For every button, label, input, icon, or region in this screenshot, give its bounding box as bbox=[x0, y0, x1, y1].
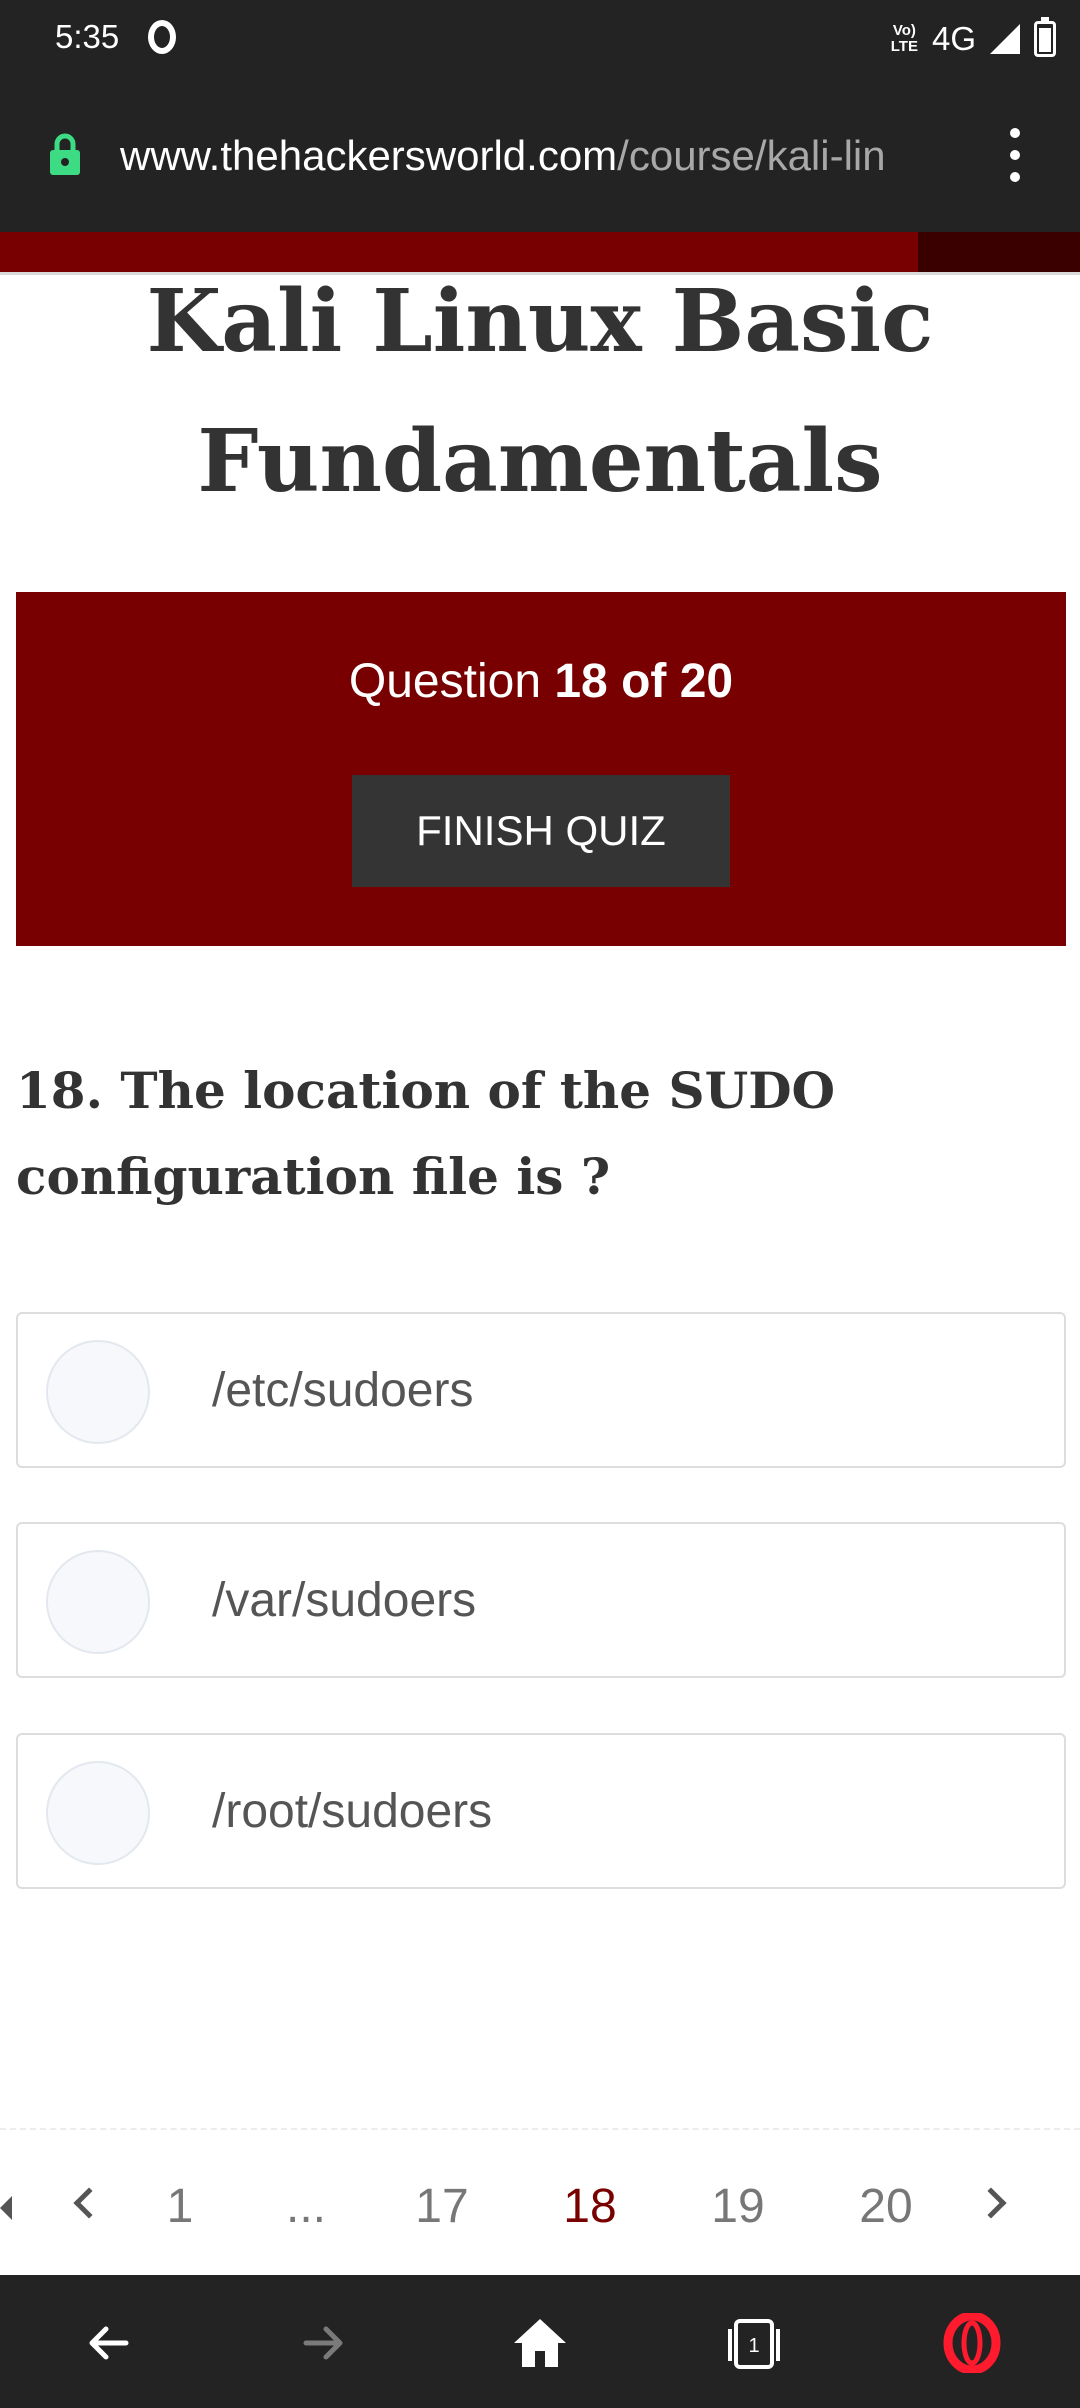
answer-option-1[interactable]: /etc/sudoers bbox=[16, 1312, 1066, 1468]
question-line2: configuration file is ? bbox=[16, 1147, 611, 1206]
next-page-icon[interactable] bbox=[975, 2187, 1007, 2219]
volte-line2: LTE bbox=[890, 38, 918, 55]
screen: 5:35 Vo) LTE 4G www.thehackersworld.com/… bbox=[0, 0, 1080, 2408]
quiz-header: Question 18 of 20 FINISH QUIZ bbox=[16, 592, 1066, 946]
url-host: www.thehackersworld.com bbox=[120, 132, 618, 179]
answer-label: /root/sudoers bbox=[212, 1785, 493, 1838]
volte-line1: Vo) bbox=[892, 22, 916, 39]
page-link-1[interactable]: 1 bbox=[150, 2172, 210, 2242]
page-link-17[interactable]: 17 bbox=[402, 2172, 482, 2242]
scroll-left-icon[interactable] bbox=[0, 2196, 12, 2220]
page-title-line2: Fundamentals bbox=[197, 411, 883, 512]
question-pagination: 1 ... 17 18 19 20 bbox=[0, 2150, 1080, 2270]
battery-icon bbox=[1034, 17, 1056, 57]
tabs-icon[interactable]: 1 bbox=[724, 2313, 784, 2373]
page-link-20[interactable]: 20 bbox=[846, 2172, 926, 2242]
opera-logo-icon[interactable] bbox=[942, 2313, 1002, 2373]
radio-button[interactable] bbox=[46, 1340, 150, 1444]
svg-text:1: 1 bbox=[748, 2335, 759, 2357]
question-prefix: Question bbox=[348, 655, 555, 708]
page-ellipsis: ... bbox=[285, 2180, 326, 2233]
browser-bottom-bar: 1 bbox=[0, 2275, 1080, 2408]
network-type: 4G bbox=[931, 20, 976, 57]
opera-notification-icon bbox=[148, 20, 176, 54]
forward-arrow-icon[interactable] bbox=[294, 2313, 354, 2373]
question-text: 18. The location of the SUDO configurati… bbox=[16, 1048, 1036, 1220]
lock-icon bbox=[50, 133, 80, 175]
pagination-divider bbox=[0, 2128, 1080, 2130]
finish-quiz-button[interactable]: FINISH QUIZ bbox=[352, 775, 730, 887]
answer-option-2[interactable]: /var/sudoers bbox=[16, 1522, 1066, 1678]
question-progress: 18 of 20 bbox=[554, 655, 734, 708]
back-arrow-icon[interactable] bbox=[78, 2313, 138, 2373]
answer-option-3[interactable]: /root/sudoers bbox=[16, 1733, 1066, 1889]
url-fade bbox=[880, 126, 960, 186]
radio-button[interactable] bbox=[46, 1761, 150, 1865]
page-link-18-current[interactable]: 18 bbox=[550, 2172, 630, 2242]
address-bar[interactable]: www.thehackersworld.com/course/kali-lin bbox=[120, 126, 960, 186]
signal-icon bbox=[990, 24, 1020, 54]
url-path: /course/kali-lin bbox=[617, 132, 886, 179]
status-indicators: Vo) LTE 4G bbox=[891, 14, 1056, 64]
page-title: Kali Linux Basic Fundamentals bbox=[0, 252, 1080, 532]
page-link-19[interactable]: 19 bbox=[698, 2172, 778, 2242]
prev-page-icon[interactable] bbox=[73, 2187, 105, 2219]
answer-label: /etc/sudoers bbox=[212, 1364, 474, 1417]
question-line1: 18. The location of the SUDO bbox=[16, 1061, 836, 1120]
status-bar: 5:35 Vo) LTE 4G bbox=[0, 0, 1080, 78]
question-counter: Question 18 of 20 bbox=[16, 652, 1066, 712]
radio-button[interactable] bbox=[46, 1550, 150, 1654]
kebab-menu-icon[interactable] bbox=[1000, 128, 1030, 182]
answer-label: /var/sudoers bbox=[212, 1574, 477, 1627]
volte-icon: Vo) LTE bbox=[891, 23, 918, 55]
header-divider bbox=[0, 272, 1080, 275]
home-icon[interactable] bbox=[510, 2313, 570, 2373]
status-time: 5:35 bbox=[55, 18, 120, 55]
